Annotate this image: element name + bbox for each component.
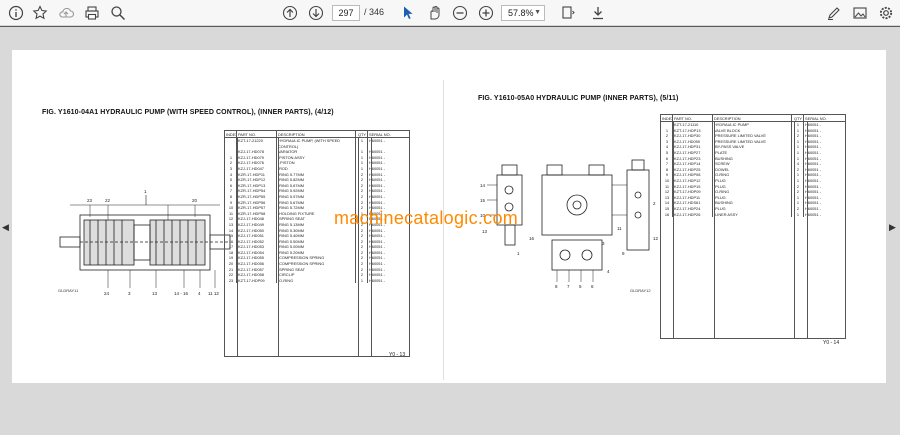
column-rule — [794, 122, 795, 338]
callout-4: 4 — [607, 269, 610, 274]
column-rule — [237, 138, 238, 356]
callout-8: 8 — [555, 284, 558, 289]
header-index: INDEX — [226, 131, 237, 137]
callout-3: 3 — [128, 291, 131, 295]
callout-7: 7 — [567, 284, 570, 289]
callout-4: 4 — [198, 291, 201, 295]
left-diagram-code: GLDRAY11 — [58, 288, 79, 293]
bookmark-star-icon[interactable] — [30, 3, 50, 23]
header-index: INDEX — [662, 115, 673, 121]
callout-20: 20 — [192, 198, 198, 203]
callout-1: 1 — [144, 189, 147, 194]
header-description: DESCRIPTION — [277, 131, 356, 137]
cell-description: .O-RING — [277, 277, 356, 284]
pdf-toolbar: 297 / 346 57.8% ▼ — [0, 0, 900, 26]
right-page-number: Y0 - 14 — [823, 340, 840, 346]
right-parts-table: INDEX PART NO. DESCRIPTION QTY SERIAL NO… — [660, 114, 846, 339]
callout-24: 24 — [104, 291, 110, 295]
callout-6: 6 — [591, 284, 594, 289]
header-part-no: PART NO. — [237, 131, 277, 137]
cell-part-no: KZJ-17-HDP26 — [673, 211, 713, 218]
print-icon[interactable] — [82, 3, 102, 23]
next-page-icon[interactable] — [306, 3, 326, 23]
info-icon[interactable] — [6, 3, 26, 23]
left-figure-title: FIG. Y1610-04A1 HYDRAULIC PUMP (WITH SPE… — [42, 109, 334, 116]
header-serial-no: SERIAL NO. — [369, 132, 391, 137]
left-table-header: INDEX PART NO. DESCRIPTION QTY SERIAL NO… — [225, 131, 409, 138]
cell-serial-no: H60051 - — [805, 211, 822, 217]
page-number-input[interactable]: 297 — [332, 5, 360, 21]
column-rule — [673, 122, 674, 338]
page-total-label: / 346 — [364, 7, 385, 17]
callout-3: 3 — [602, 241, 605, 246]
page-fit-icon[interactable] — [558, 3, 578, 23]
select-cursor-icon[interactable] — [398, 3, 418, 23]
previous-page-icon[interactable] — [280, 3, 300, 23]
callout-9: 9 — [622, 251, 625, 256]
right-table-body: KZT-17-21110 HYDRAULIC PUMP 1 H60051 -1 KZT-… — [661, 122, 845, 218]
settings-gear-icon[interactable] — [876, 3, 896, 23]
cloud-upload-icon[interactable] — [56, 3, 76, 23]
right-panel-arrow-icon[interactable]: ▶ — [889, 222, 896, 233]
callout-13: 13 — [152, 291, 158, 295]
callout-14: 14 — [480, 183, 486, 188]
zoom-level-select[interactable]: 57.8% ▼ — [501, 5, 545, 21]
header-serial-no: SERIAL NO. — [805, 116, 827, 121]
header-description: DESCRIPTION — [713, 115, 792, 121]
table-row: 23 KZT-17-HDP09 .O-RING 1 H60051 - — [225, 277, 409, 284]
right-table-header: INDEX PART NO. DESCRIPTION QTY SERIAL NO… — [661, 115, 845, 122]
cell-index: 23 — [225, 277, 237, 284]
callout-11: 11 — [617, 226, 622, 231]
callout-1: 1 — [517, 251, 520, 256]
column-rule — [278, 138, 279, 356]
cell-serial-no: H60051 - — [369, 277, 386, 283]
callout-23: 23 — [87, 198, 93, 203]
cell-index: 16 — [661, 211, 673, 218]
left-page-number: Y0 - 13 — [389, 352, 406, 358]
header-qty: QTY — [358, 131, 368, 137]
header-part-no: PART NO. — [673, 115, 713, 121]
column-rule — [807, 122, 808, 338]
zoom-search-icon[interactable] — [108, 3, 128, 23]
image-icon[interactable] — [850, 3, 870, 23]
zoom-level-value: 57.8% — [508, 8, 534, 18]
download-icon[interactable] — [588, 3, 608, 23]
callout-16: 16 — [529, 236, 535, 241]
chevron-down-icon: ▼ — [534, 9, 541, 16]
header-qty: QTY — [794, 115, 804, 121]
left-parts-table: INDEX PART NO. DESCRIPTION QTY SERIAL NO… — [224, 130, 410, 357]
callout-14-16: 14 - 16 — [174, 291, 189, 295]
callout-22: 22 — [105, 198, 111, 203]
callout-12: 12 — [653, 236, 659, 241]
cell-description: .LINER ASSY — [713, 211, 792, 218]
cell-part-no: KZT-17-HDP09 — [237, 277, 277, 284]
column-rule — [358, 138, 359, 356]
column-rule — [714, 122, 715, 338]
column-rule — [371, 138, 372, 356]
zoom-out-icon[interactable] — [450, 3, 470, 23]
right-figure-title: FIG. Y1610-05A0 HYDRAULIC PUMP (INNER PA… — [478, 95, 679, 102]
right-diagram-code: GLDRAY12 — [630, 288, 651, 293]
table-row: 16 KZJ-17-HDP26 .LINER ASSY 1 H60051 - — [661, 211, 845, 218]
callout-15: 15 — [480, 198, 486, 203]
callout-13: 13 — [482, 229, 488, 234]
left-panel-arrow-icon[interactable]: ◀ — [2, 222, 9, 233]
left-pump-diagram: 1 23 22 20 24 3 13 14 - 16 4 11 12 — [59, 189, 231, 295]
hand-tool-icon[interactable] — [424, 3, 444, 23]
zoom-in-icon[interactable] — [476, 3, 496, 23]
callout-11-12: 11 12 — [208, 291, 219, 295]
callout-2: 2 — [653, 201, 656, 206]
sign-pen-icon[interactable] — [824, 3, 844, 23]
spread-divider — [443, 80, 444, 380]
watermark-text: machinecatalogic.com — [334, 208, 519, 228]
callout-5: 5 — [579, 284, 582, 289]
